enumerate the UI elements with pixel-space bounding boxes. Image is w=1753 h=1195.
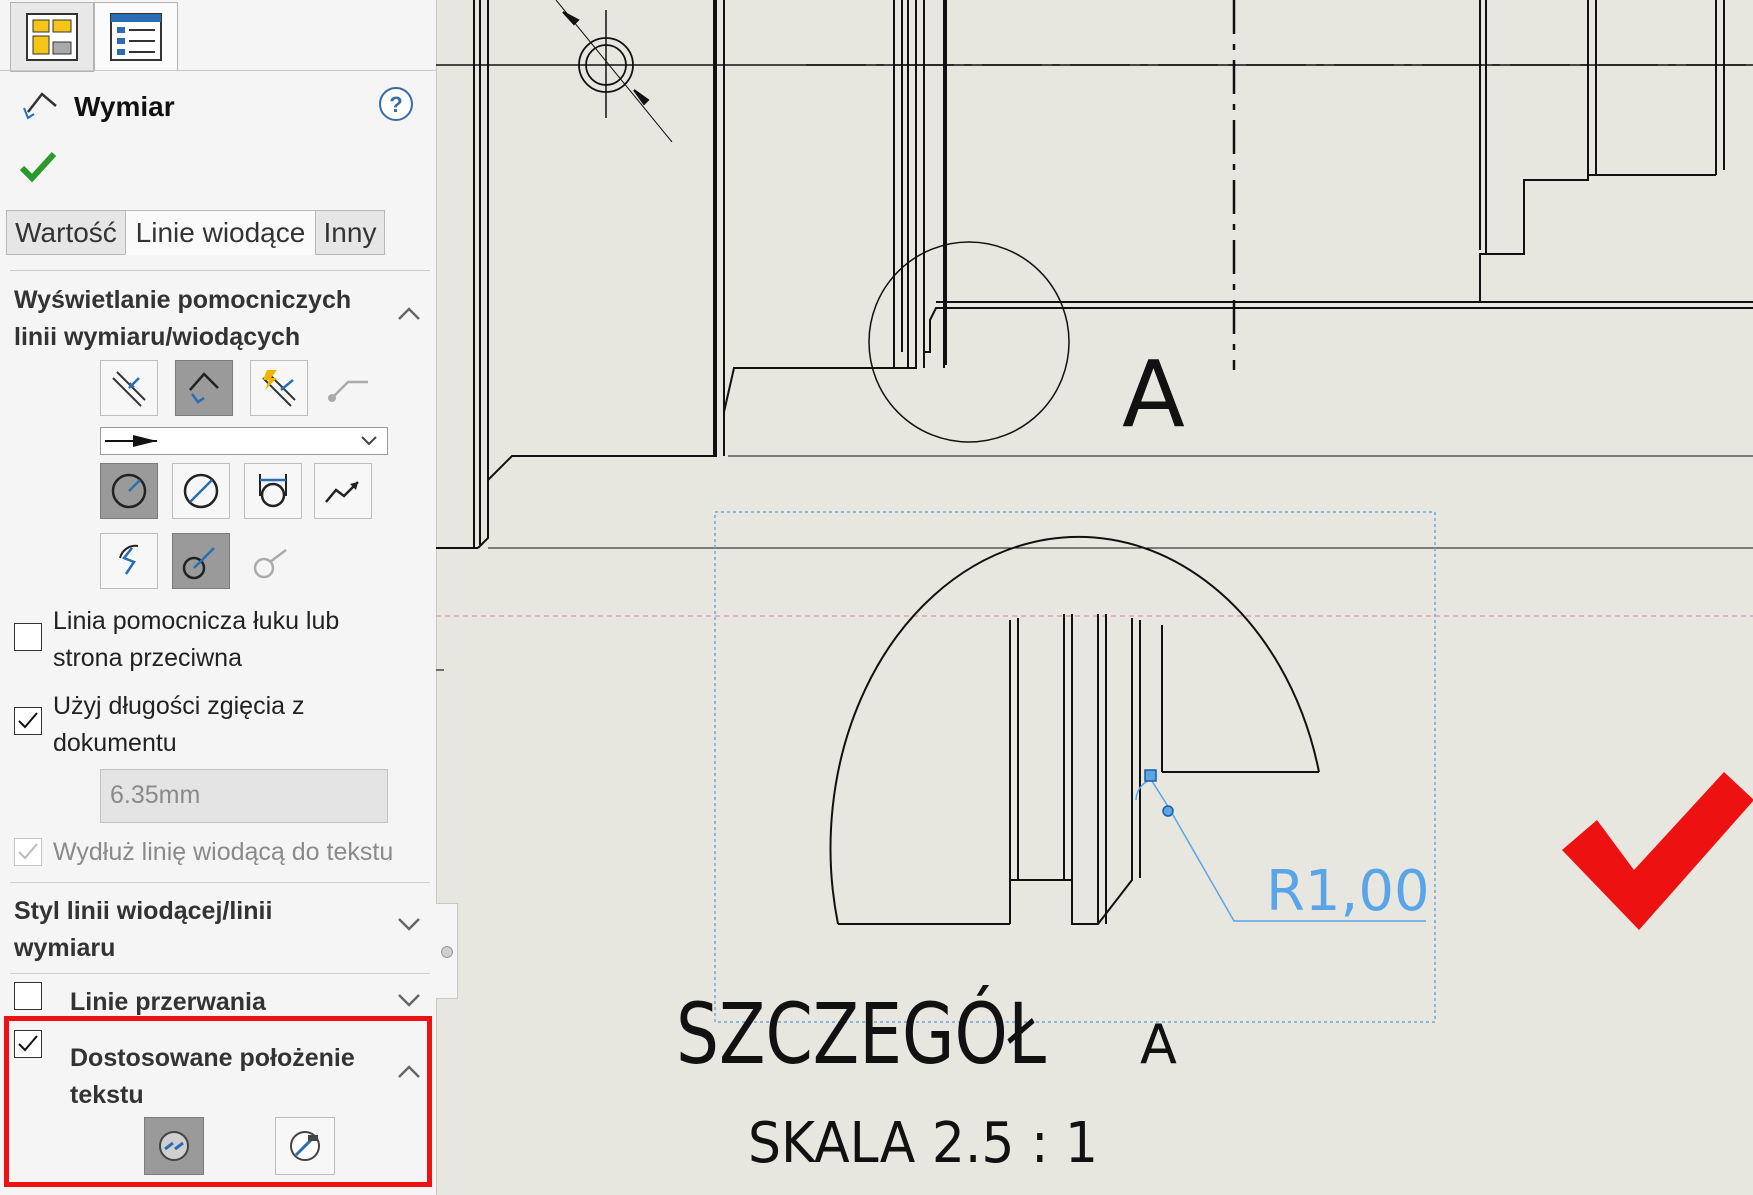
detail-view-geometry (829, 535, 1320, 925)
svg-text:?: ? (389, 92, 402, 117)
property-manager-tab[interactable] (94, 2, 178, 72)
linear-diameter-button[interactable] (244, 463, 302, 519)
red-checkmark-icon (1562, 772, 1753, 930)
section-style-title[interactable]: Styl linii wiodącej/linii wymiaru (14, 893, 272, 967)
linear-diameter-icon (259, 474, 287, 508)
jog-button[interactable] (100, 533, 158, 589)
foreshortened-button[interactable] (314, 463, 372, 519)
tab-wartosc[interactable]: Wartość (6, 210, 126, 255)
property-list-icon (110, 13, 162, 61)
drawing-sheet[interactable]: A R1,00 SZCZEGÓŁ A SKALA 2.5 : 1 (436, 0, 1753, 1195)
diameter-icon (183, 473, 219, 509)
checkmark-icon (18, 843, 38, 860)
smart-arrows-icon (262, 370, 296, 407)
leader-edge-icon (253, 549, 287, 579)
bent-length-label: Użyj długości zgięcia z dokumentu (53, 692, 305, 757)
inside-arrows-button[interactable] (175, 360, 233, 416)
jog-icon (119, 544, 139, 575)
arrow-style-select[interactable] (100, 427, 388, 455)
radius-icon (111, 473, 147, 509)
view-label: A (1122, 341, 1185, 448)
detail-letter: A (1140, 1013, 1177, 1076)
leader-to-center-button[interactable] (172, 533, 230, 589)
bent-length-checkbox[interactable] (14, 707, 42, 735)
section-display-title[interactable]: Wyświetlanie pomocniczych linii wymiaru/… (14, 282, 351, 356)
smart-arrows-button[interactable] (250, 360, 308, 416)
foreshortened-icon (325, 481, 359, 503)
checkmark-icon (18, 712, 38, 729)
dimension-text[interactable]: R1,00 (1266, 859, 1430, 924)
detail-title: SZCZEGÓŁ (676, 985, 1046, 1083)
arrow-filled-icon (105, 435, 157, 447)
help-icon[interactable]: ? (378, 86, 414, 122)
property-manager-panel: Wymiar ? Wartość Linie wiodące Inny Wyśw… (0, 0, 437, 1195)
leader-center-icon (182, 547, 215, 580)
chevron-down-icon[interactable] (396, 916, 422, 934)
tab-inny[interactable]: Inny (315, 210, 385, 255)
bent-length-input[interactable]: 6.35mm (100, 769, 388, 823)
scale-text: SKALA 2.5 : 1 (748, 1111, 1098, 1176)
bent-leader-icon (328, 380, 368, 402)
detail-view-frame[interactable] (714, 511, 1436, 1023)
chevron-up-icon[interactable] (396, 304, 422, 322)
feature-tree-icon (26, 13, 78, 61)
arc-extension-checkbox[interactable] (14, 623, 42, 651)
arc-extension-label: Linia pomocnicza łuku lub strona przeciw… (53, 607, 340, 672)
chevron-down-icon[interactable] (396, 992, 422, 1010)
part-outline (436, 0, 1753, 549)
diameter-button[interactable] (172, 463, 230, 519)
chevron-down-icon (361, 436, 377, 446)
highlight-frame (4, 1016, 432, 1187)
extend-leader-checkbox[interactable] (14, 838, 42, 866)
radius-button[interactable] (100, 463, 158, 519)
ok-checkmark-icon[interactable] (18, 150, 58, 184)
arrows-outside-icon (112, 371, 146, 407)
extend-leader-label: Wydłuż linię wiodącą do tekstu (53, 838, 394, 866)
panel-title: Wymiar (74, 91, 175, 122)
dimension-icon (23, 92, 57, 120)
break-lines-checkbox[interactable] (14, 982, 42, 1010)
outside-arrows-button[interactable] (100, 360, 158, 416)
feature-manager-tab[interactable] (10, 2, 94, 72)
arrows-inside-icon (189, 372, 219, 404)
tab-linie-wiodace[interactable]: Linie wiodące (125, 210, 316, 255)
